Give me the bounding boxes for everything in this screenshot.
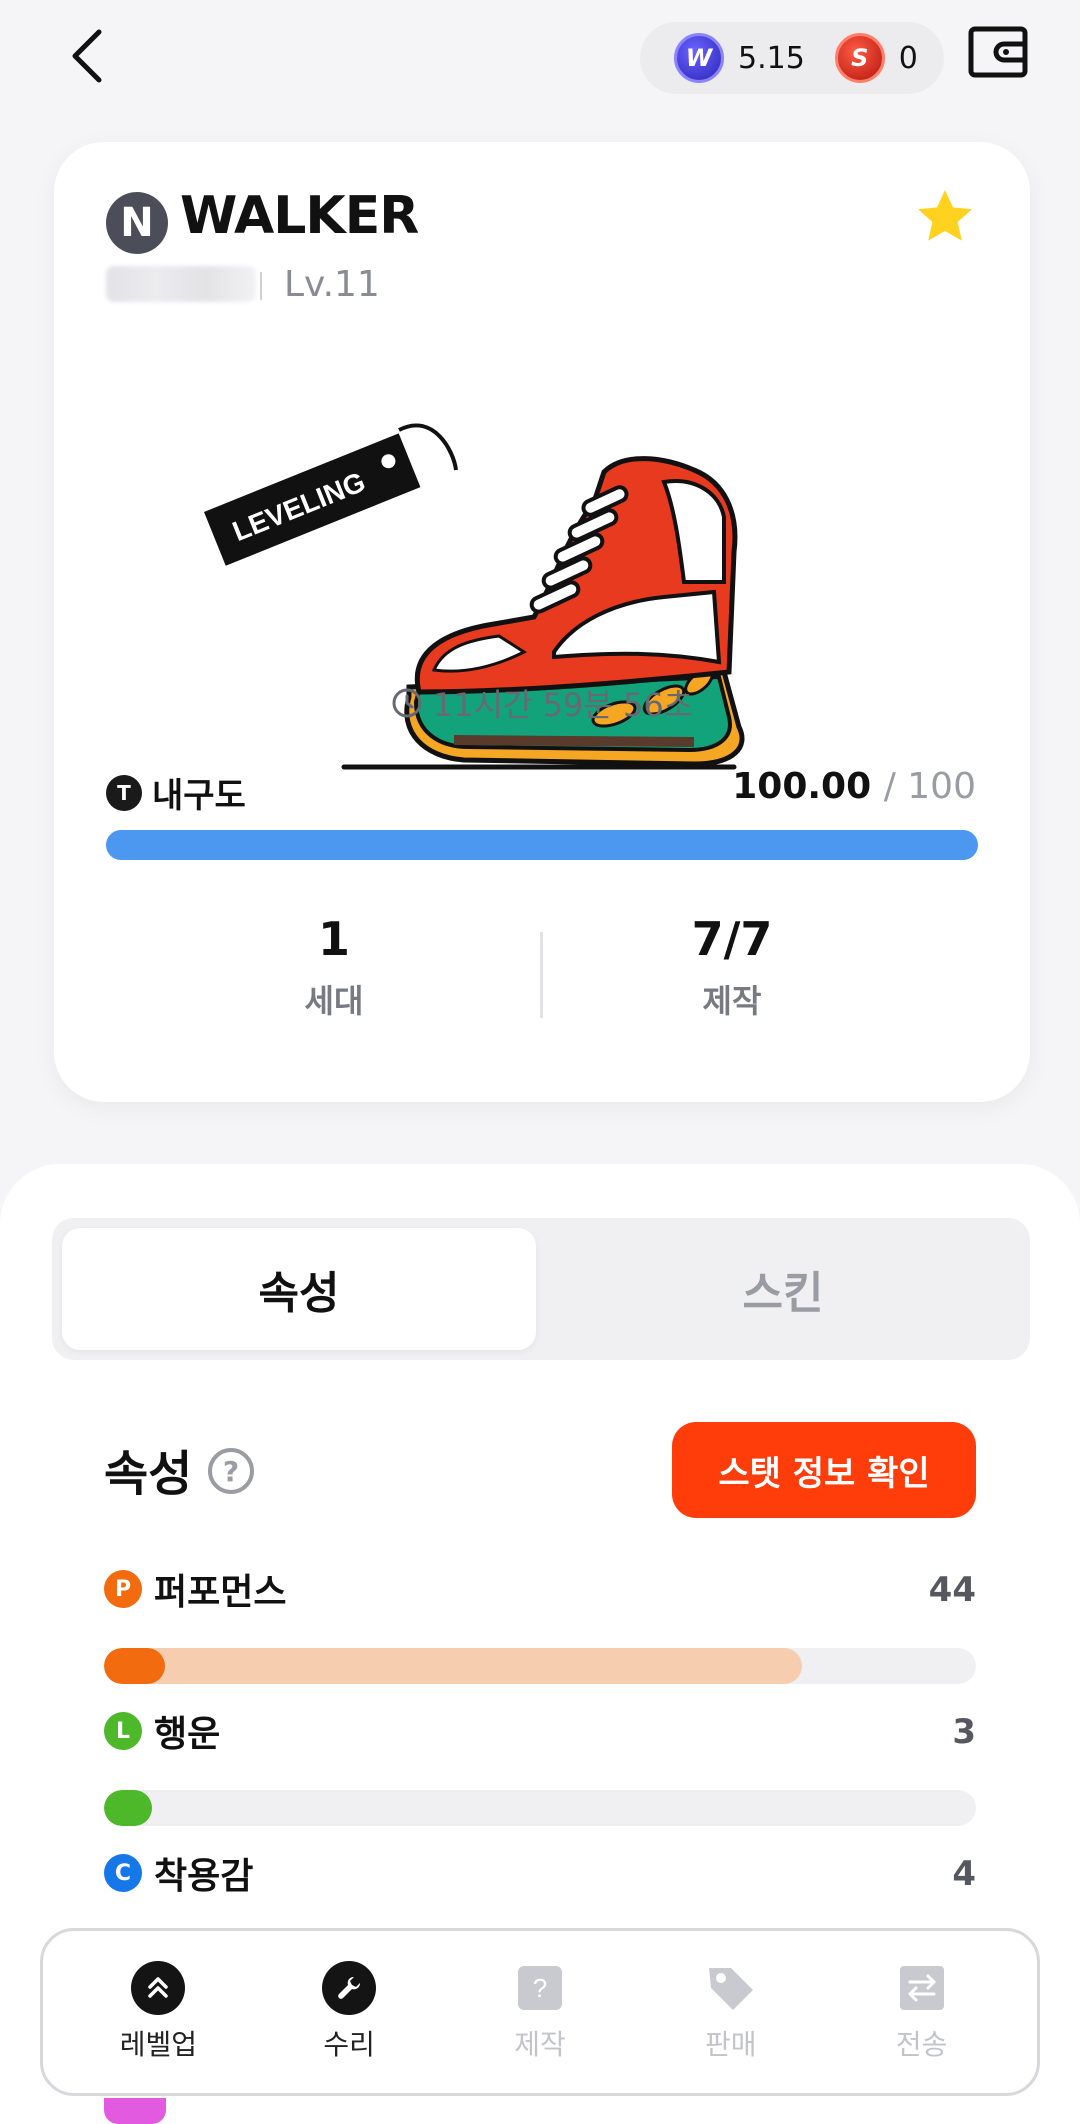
attribute-bar <box>104 1648 976 1684</box>
attribute-value: 44 <box>928 1570 976 1610</box>
attribute-bar-peek <box>104 2098 166 2124</box>
attribute-name: 착용감 <box>154 1856 254 1897</box>
attribute-badge: C <box>104 1854 142 1892</box>
attribute-header: L 행운 3 <box>104 1706 976 1756</box>
mint-count-value: 7/7 <box>691 912 773 966</box>
stat-divider <box>540 932 543 1018</box>
nav-transfer-label: 전송 <box>895 2028 948 2061</box>
price-tag-icon <box>704 1961 758 2015</box>
durability-max: / 100 <box>883 766 976 807</box>
attribute-badge: L <box>104 1712 142 1750</box>
level-up-icon <box>131 1961 186 2015</box>
s-token-icon: S <box>834 33 885 83</box>
balance-pill[interactable]: W 5.15 S 0 <box>640 22 944 94</box>
attribute-bar-fill <box>104 1648 166 1684</box>
attribute-bar <box>104 1790 976 1826</box>
nav-level-up-label: 레벨업 <box>119 2028 198 2061</box>
nav-mint-label: 제작 <box>514 2028 566 2061</box>
attribute-header: C 착용감 4 <box>104 1848 976 1898</box>
stat-info-button[interactable]: 스탯 정보 확인 <box>672 1422 976 1518</box>
leveling-tag: LEVELING <box>204 433 421 566</box>
attribute-name: 퍼포먼스 <box>154 1572 287 1613</box>
attribute-bar-bonus <box>104 1648 802 1684</box>
top-bar: W 5.15 S 0 <box>0 0 1080 120</box>
attribute-bar-fill <box>104 1790 152 1826</box>
attributes-title: 속성 <box>104 1446 193 1502</box>
attribute-name: 행운 <box>154 1714 221 1755</box>
tab-attributes[interactable]: 속성 <box>62 1228 536 1350</box>
wallet-icon <box>968 26 1028 78</box>
favorite-star-icon[interactable] <box>912 184 978 250</box>
durability-current: 100.00 <box>732 766 872 807</box>
attribute-value: 3 <box>952 1712 976 1752</box>
tab-skins[interactable]: 스킨 <box>546 1228 1020 1350</box>
durability-label: T 내구도 <box>106 768 246 817</box>
s-token-balance: 0 <box>898 40 918 76</box>
w-token-balance: 5.15 <box>738 40 805 76</box>
svg-text:?: ? <box>533 1973 547 2003</box>
attribute-value: 4 <box>952 1854 976 1894</box>
chevron-left-icon <box>72 29 102 83</box>
transfer-icon <box>895 1961 949 2015</box>
nav-sell[interactable]: 판매 <box>651 1961 811 2063</box>
durability-icon: T <box>106 774 142 811</box>
help-icon[interactable]: ? <box>208 1448 254 1494</box>
generation-stat: 1 세대 <box>184 912 484 1022</box>
generation-label: 세대 <box>304 982 364 1020</box>
mint-count-stat: 7/7 제작 <box>582 912 882 1022</box>
attribute-row: P 퍼포먼스 44 <box>104 1564 976 1684</box>
generation-value: 1 <box>317 912 350 966</box>
tab-bar: 속성 스킨 <box>52 1218 1030 1360</box>
mint-box-icon: ? <box>513 1961 567 2015</box>
bottom-action-bar: 레벨업 수리 ? 제작 판매 전송 <box>40 1928 1040 2096</box>
nav-repair[interactable]: 수리 <box>269 1961 429 2063</box>
nav-sell-label: 판매 <box>705 2028 757 2061</box>
durability-bar <box>106 830 978 860</box>
divider <box>260 272 262 300</box>
attribute-badge: P <box>104 1570 142 1608</box>
durability-label-text: 내구도 <box>152 776 246 816</box>
nav-repair-label: 수리 <box>323 2028 375 2061</box>
sneaker-card: N WALKER Lv.11 LEVELING 11시간 59분 56초 T 내… <box>54 142 1030 1102</box>
nav-transfer[interactable]: 전송 <box>842 1961 1002 2063</box>
durability-value: 100.00 / 100 <box>732 766 976 807</box>
back-button[interactable] <box>58 24 114 88</box>
owner-name-blurred <box>106 266 256 302</box>
attribute-row: L 행운 3 <box>104 1706 976 1826</box>
mint-count-label: 제작 <box>702 982 762 1020</box>
wrench-icon <box>322 1961 377 2015</box>
nav-level-up[interactable]: 레벨업 <box>78 1961 238 2063</box>
w-token-icon: W <box>674 33 724 83</box>
leveling-timer: 11시간 59분 56초 <box>54 680 1030 726</box>
attribute-header: P 퍼포먼스 44 <box>104 1564 976 1614</box>
shoe-type-title: WALKER <box>180 186 419 246</box>
wallet-button[interactable] <box>968 24 1028 80</box>
timer-text: 11시간 59분 56초 <box>432 686 694 724</box>
rarity-badge: N <box>106 192 168 254</box>
nav-mint[interactable]: ? 제작 <box>460 1961 620 2063</box>
shoe-level: Lv.11 <box>284 264 380 305</box>
clock-icon <box>392 688 422 718</box>
